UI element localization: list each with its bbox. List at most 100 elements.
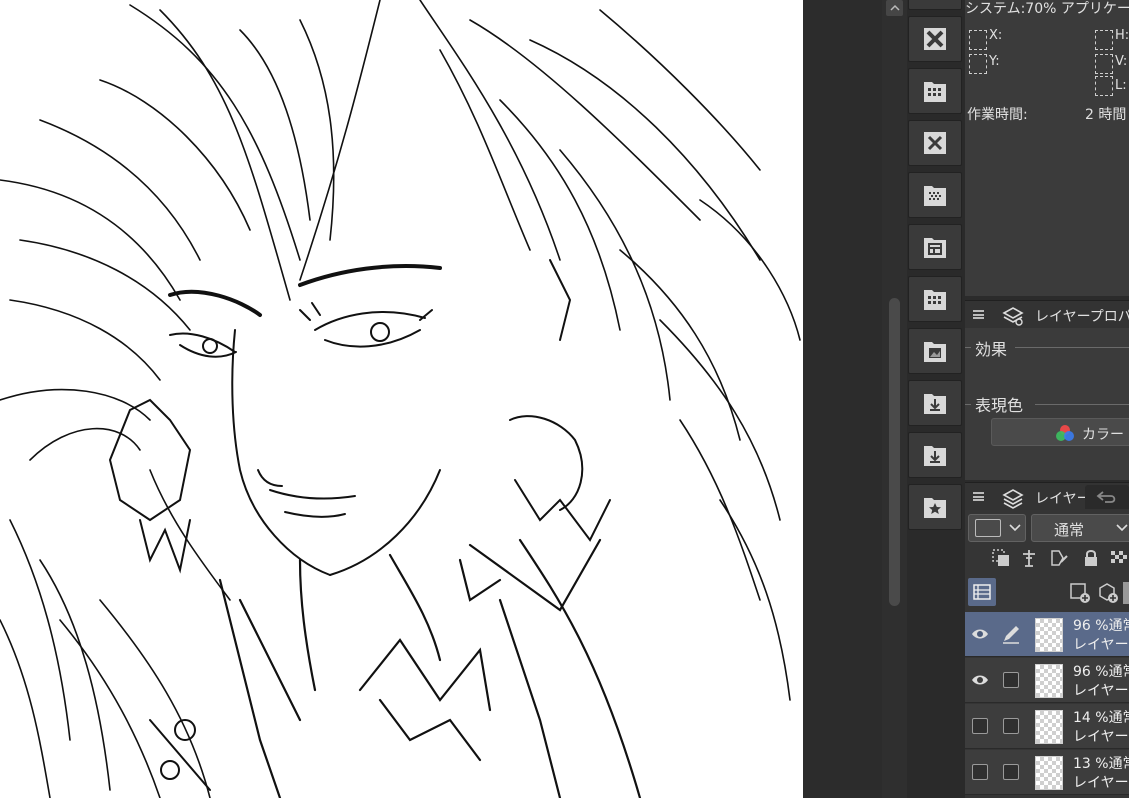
- layer-property-icon: [1002, 307, 1024, 326]
- image-icon: [924, 342, 946, 362]
- layer-property-title: レイヤープロパティ: [1035, 309, 1129, 325]
- color-circles-icon: [1056, 425, 1074, 441]
- lock-transparency-icon[interactable]: [1109, 548, 1129, 568]
- layer-panel-title: レイヤー: [1035, 491, 1091, 507]
- right-panels: システム:70% アプリケー X: Y: H: V: L: 作業時間: 2 時間…: [965, 0, 1129, 798]
- layer-property-panel: 効果 表現色 カラー: [965, 328, 1129, 480]
- layer-panel: 通常 96 %通常 レイヤー 96 %通常 レイヤー: [965, 510, 1129, 798]
- layer-list-toggle[interactable]: [968, 578, 996, 606]
- blend-mode-value: 通常: [1054, 521, 1085, 539]
- layer-name: レイヤー: [1073, 683, 1129, 699]
- clear-button[interactable]: [908, 16, 962, 62]
- divider: [1015, 347, 1129, 348]
- scroll-thumb[interactable]: [889, 298, 900, 606]
- scroll-up-button[interactable]: [886, 0, 903, 16]
- panel-icon: [924, 238, 946, 258]
- layer-thumbnail: [1035, 756, 1063, 790]
- color-mode-button[interactable]: カラー: [991, 418, 1129, 446]
- work-time-label: 作業時間:: [967, 107, 1028, 123]
- panel-menu-icon[interactable]: [973, 492, 984, 501]
- color-swatch: [975, 519, 1001, 537]
- v-label: V:: [1115, 54, 1128, 69]
- chevron-down-icon: [1009, 524, 1021, 532]
- y-coord-icon: [969, 54, 987, 74]
- layer-name: レイヤー: [1073, 775, 1129, 791]
- layer-name: レイヤー: [1073, 729, 1129, 745]
- canvas-gutter: [803, 0, 882, 798]
- new-folder-icon[interactable]: [1123, 582, 1129, 604]
- divider: [1035, 404, 1129, 405]
- h-coord-icon: [1095, 30, 1113, 50]
- grid-icon: [924, 82, 946, 102]
- x-label: X:: [989, 28, 1003, 43]
- chevron-up-icon: [889, 4, 900, 11]
- pen-edit-icon[interactable]: [1001, 624, 1021, 644]
- layer-edit-checkbox[interactable]: [1003, 764, 1019, 780]
- tone-icon: [924, 186, 946, 206]
- layer-thumbnail: [1035, 664, 1063, 698]
- layer-opacity-mode: 13 %通常: [1073, 756, 1129, 772]
- panel-menu-icon[interactable]: [973, 310, 984, 319]
- new-vector-layer-icon[interactable]: [1097, 582, 1119, 604]
- l-coord-icon: [1095, 76, 1113, 96]
- expression-color-label: 表現色: [975, 396, 1024, 415]
- grid-button[interactable]: [908, 68, 962, 114]
- layer-visibility-checkbox[interactable]: [972, 764, 988, 780]
- reference-layer-icon[interactable]: [1019, 548, 1039, 568]
- delete-icon: [924, 132, 946, 154]
- command-bar: [907, 0, 965, 798]
- tone-button[interactable]: [908, 172, 962, 218]
- lock-icon[interactable]: [1081, 548, 1101, 568]
- grid-button-2[interactable]: [908, 276, 962, 322]
- eye-icon[interactable]: [971, 672, 989, 688]
- x-coord-icon: [969, 30, 987, 50]
- color-button-label: カラー: [1082, 427, 1124, 443]
- import-button[interactable]: [908, 380, 962, 426]
- layer-thumbnail: [1035, 710, 1063, 744]
- delete-button[interactable]: [908, 120, 962, 166]
- layer-row[interactable]: 13 %通常 レイヤー: [965, 750, 1129, 795]
- draft-layer-icon[interactable]: [1049, 548, 1069, 568]
- chevron-down-icon: [1116, 524, 1128, 532]
- import-button-2[interactable]: [908, 432, 962, 478]
- new-raster-layer-icon[interactable]: [1069, 582, 1091, 604]
- effect-label: 効果: [975, 340, 1008, 359]
- drawing-canvas[interactable]: [0, 0, 803, 798]
- eye-icon[interactable]: [971, 626, 989, 642]
- material-star-icon: [924, 498, 946, 518]
- layer-property-header[interactable]: レイヤープロパティ: [965, 300, 1129, 328]
- work-time-value: 2 時間: [1085, 107, 1127, 123]
- layer-row[interactable]: 96 %通常 レイヤー: [965, 612, 1129, 657]
- v-coord-icon: [1095, 54, 1113, 74]
- layer-edit-checkbox[interactable]: [1003, 672, 1019, 688]
- image-button[interactable]: [908, 328, 962, 374]
- layer-row[interactable]: 14 %通常 レイヤー: [965, 704, 1129, 749]
- layer-color-dropdown[interactable]: [968, 514, 1026, 542]
- undo-tab[interactable]: [1085, 485, 1129, 509]
- layer-row[interactable]: 96 %通常 レイヤー: [965, 658, 1129, 703]
- clip-layer-icon[interactable]: [991, 548, 1011, 568]
- command-button[interactable]: [908, 0, 962, 10]
- undo-icon: [1096, 491, 1116, 503]
- layer-edit-checkbox[interactable]: [1003, 718, 1019, 734]
- layer-name: レイヤー: [1073, 637, 1129, 653]
- layer-opacity-mode: 96 %通常: [1073, 664, 1129, 680]
- clear-icon: [924, 28, 946, 50]
- h-label: H:: [1115, 28, 1129, 43]
- divider: [965, 404, 971, 405]
- l-label: L:: [1115, 78, 1127, 93]
- layer-visibility-checkbox[interactable]: [972, 718, 988, 734]
- line-art-illustration: [0, 0, 801, 798]
- import-icon: [924, 446, 946, 466]
- blend-mode-dropdown[interactable]: 通常: [1031, 514, 1129, 542]
- canvas-scrollbar[interactable]: [882, 0, 907, 798]
- panel-button[interactable]: [908, 224, 962, 270]
- layer-panel-header[interactable]: レイヤー: [965, 482, 1129, 510]
- layer-opacity-mode: 14 %通常: [1073, 710, 1129, 726]
- layer-thumbnail: [1035, 618, 1063, 652]
- zoom-info: システム:70% アプリケー: [965, 1, 1129, 17]
- layer-stack-icon: [1002, 489, 1024, 509]
- material-button[interactable]: [908, 484, 962, 530]
- info-panel: システム:70% アプリケー X: Y: H: V: L: 作業時間: 2 時間: [965, 0, 1129, 296]
- import-icon: [924, 394, 946, 414]
